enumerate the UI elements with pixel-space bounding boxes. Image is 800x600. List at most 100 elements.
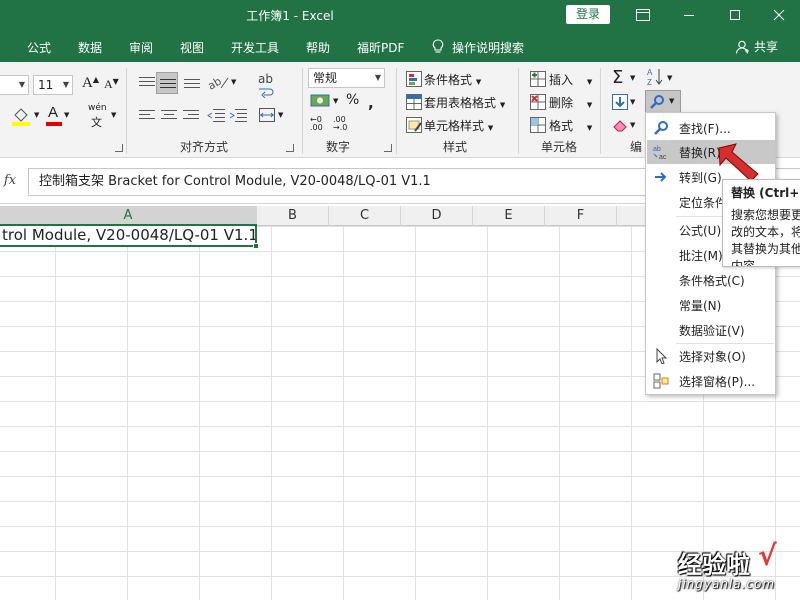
- clear-dropdown-icon[interactable]: ▼: [630, 121, 635, 129]
- maximize-icon[interactable]: [712, 0, 758, 30]
- insert-cells-button[interactable]: 插入 ▼: [549, 71, 592, 88]
- svg-text:Z: Z: [647, 78, 652, 87]
- increase-font-icon[interactable]: A▲: [82, 75, 99, 92]
- autosum-dropdown-icon[interactable]: ▼: [630, 74, 635, 82]
- excel-window: 工作簿1 - Excel 登录 公式 数据 审阅 视图 开发工具 帮助 福昕PD…: [0, 0, 800, 600]
- percent-style-icon[interactable]: %: [346, 92, 359, 108]
- alignment-group-launcher-icon[interactable]: [286, 144, 294, 152]
- font-group-launcher-icon[interactable]: [115, 144, 123, 152]
- accounting-dropdown-icon[interactable]: ▼: [333, 97, 338, 105]
- tab-data[interactable]: 数据: [78, 39, 102, 56]
- magnifier-icon: [654, 121, 668, 135]
- format-as-table-icon[interactable]: [406, 94, 422, 113]
- selection-pane-icon: [653, 373, 669, 389]
- cell-styles-icon[interactable]: [406, 117, 422, 136]
- fill-color-dropdown-icon[interactable]: ▼: [34, 111, 39, 119]
- align-left-icon[interactable]: [138, 108, 156, 125]
- menu-item-label: 批注(M): [679, 249, 723, 263]
- menu-item-conditional-formatting[interactable]: 条件格式(C): [647, 268, 775, 292]
- share-button[interactable]: 共享: [736, 38, 778, 55]
- format-as-table-button[interactable]: 套用表格格式 ▼: [424, 94, 505, 111]
- menu-item-label: 条件格式(C): [679, 274, 745, 288]
- wrap-text-icon[interactable]: ab: [258, 72, 274, 98]
- column-header-f[interactable]: F: [545, 206, 617, 226]
- insert-function-icon[interactable]: fx: [0, 170, 20, 192]
- merge-center-icon[interactable]: [258, 107, 276, 126]
- font-color-dropdown-icon[interactable]: ▼: [64, 111, 69, 119]
- active-cell-a1[interactable]: trol Module, V20-0048/LQ-01 V1.1: [0, 224, 257, 247]
- font-color-icon[interactable]: A: [46, 104, 62, 126]
- number-group-label: 数字: [326, 140, 351, 154]
- merge-dropdown-icon[interactable]: ▼: [278, 111, 283, 119]
- decrease-font-icon[interactable]: A▼: [104, 77, 119, 92]
- editing-group-label: 编: [630, 140, 643, 154]
- orientation-icon[interactable]: ab: [205, 74, 229, 93]
- tab-developer[interactable]: 开发工具: [231, 39, 279, 56]
- sort-filter-icon[interactable]: AZ: [647, 67, 665, 90]
- conditional-format-button[interactable]: 条件格式 ▼: [424, 71, 481, 88]
- phonetic-text: wén: [88, 103, 107, 113]
- close-icon[interactable]: [756, 0, 800, 30]
- tell-me-search[interactable]: 操作说明搜索: [432, 38, 525, 56]
- login-button[interactable]: 登录: [566, 5, 610, 24]
- orientation-dropdown-icon[interactable]: ▼: [231, 78, 236, 86]
- fill-color-icon[interactable]: [12, 106, 34, 126]
- decrease-indent-icon[interactable]: [206, 107, 226, 126]
- phonetic-dropdown-icon[interactable]: ▼: [111, 111, 116, 119]
- tab-formulas[interactable]: 公式: [27, 39, 51, 56]
- fill-dropdown-icon[interactable]: ▼: [630, 98, 635, 106]
- cell-styles-button[interactable]: 单元格样式 ▼: [424, 117, 493, 134]
- increase-decimal-icon[interactable]: ←0.00: [310, 116, 323, 132]
- font-name-select[interactable]: ▼: [0, 75, 29, 95]
- font-size-select[interactable]: 11 ▼: [33, 75, 73, 95]
- number-group-launcher-icon[interactable]: [384, 144, 392, 152]
- column-header-b[interactable]: B: [257, 206, 329, 226]
- align-right-icon[interactable]: [182, 108, 200, 125]
- delete-cells-icon[interactable]: [530, 94, 546, 113]
- align-top-icon[interactable]: [138, 74, 156, 93]
- autosum-icon[interactable]: Σ: [612, 67, 623, 88]
- fill-handle[interactable]: [253, 243, 259, 249]
- minimize-icon[interactable]: [666, 0, 712, 30]
- insert-cells-icon[interactable]: [530, 71, 546, 90]
- ribbon-display-options-icon[interactable]: [620, 0, 666, 30]
- conditional-format-icon[interactable]: [406, 71, 422, 90]
- find-select-button[interactable]: ▼: [645, 90, 681, 114]
- column-header-a[interactable]: A: [0, 206, 257, 226]
- alignment-group-label: 对齐方式: [180, 140, 229, 154]
- column-header-c[interactable]: C: [329, 206, 401, 226]
- menu-item-constants[interactable]: 常量(N): [647, 293, 775, 317]
- tab-foxit-pdf[interactable]: 福昕PDF: [357, 39, 404, 56]
- delete-cells-button[interactable]: 删除 ▼: [549, 94, 592, 111]
- align-bottom-icon[interactable]: [183, 74, 201, 93]
- phonetic-guide-icon[interactable]: wén 文: [86, 103, 110, 129]
- sort-dropdown-icon[interactable]: ▼: [667, 74, 672, 82]
- align-middle-icon[interactable]: [156, 72, 178, 94]
- tab-help[interactable]: 帮助: [306, 39, 330, 56]
- format-cells-icon[interactable]: [530, 117, 546, 136]
- format-cells-button[interactable]: 格式 ▼: [549, 117, 592, 134]
- menu-item-selection-pane[interactable]: 选择窗格(P)...: [647, 369, 775, 393]
- person-icon: [736, 40, 749, 54]
- number-format-select[interactable]: 常规 ▼: [308, 68, 385, 88]
- font-size-value: 11: [38, 78, 54, 92]
- title-bar: 工作簿1 - Excel 登录: [0, 0, 800, 30]
- column-header-e[interactable]: E: [473, 206, 545, 226]
- align-center-icon[interactable]: [160, 108, 178, 125]
- accounting-format-icon[interactable]: [310, 92, 332, 113]
- increase-indent-icon[interactable]: [228, 107, 248, 126]
- decrease-decimal-icon[interactable]: .00 →.0: [333, 116, 347, 132]
- tab-view[interactable]: 视图: [180, 39, 204, 56]
- menu-item-select-objects[interactable]: 选择对象(O): [647, 344, 775, 368]
- menu-bar: 公式 数据 审阅 视图 开发工具 帮助 福昕PDF 操作说明搜索 共享: [0, 30, 800, 62]
- tell-me-label: 操作说明搜索: [452, 41, 525, 55]
- menu-item-find[interactable]: 查找(F)...: [647, 116, 775, 140]
- menu-item-data-validation[interactable]: 数据验证(V): [647, 318, 775, 342]
- column-header-d[interactable]: D: [401, 206, 473, 226]
- tooltip-title: 替换 (Ctrl+H): [731, 186, 800, 200]
- fill-down-icon[interactable]: [612, 94, 628, 113]
- tab-review[interactable]: 审阅: [129, 39, 153, 56]
- comma-style-icon[interactable]: ,: [368, 94, 374, 112]
- clear-eraser-icon[interactable]: [612, 117, 628, 136]
- menu-item-label: 选择窗格(P)...: [679, 375, 756, 389]
